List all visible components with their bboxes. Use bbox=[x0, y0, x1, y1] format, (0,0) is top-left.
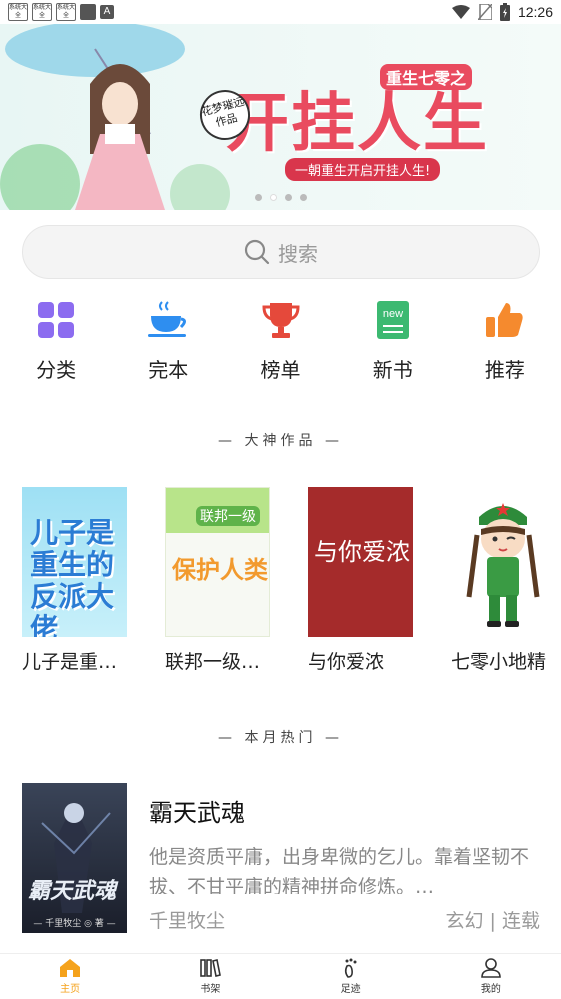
grid-icon bbox=[36, 300, 76, 340]
status-bar-notifications: 系统大全 系统大全 系统大全 A bbox=[8, 3, 114, 21]
book-status: 连载 bbox=[501, 910, 540, 932]
soldier-girl-illustration bbox=[466, 503, 540, 627]
nav-category[interactable]: 分类 bbox=[0, 300, 112, 383]
cover-badge: 联邦一级 bbox=[196, 506, 260, 526]
book-card[interactable]: 七零小地精 bbox=[451, 487, 556, 674]
tab-profile-label: 我的 bbox=[480, 984, 501, 995]
book-cover bbox=[451, 487, 556, 637]
tab-bookshelf-label: 书架 bbox=[200, 984, 221, 995]
pagination-dot[interactable] bbox=[300, 194, 307, 201]
coffee-cup-icon bbox=[148, 300, 188, 340]
battery-icon bbox=[499, 3, 510, 21]
a-notification-icon: A bbox=[100, 5, 114, 19]
book-title: 联邦一级… bbox=[165, 651, 261, 673]
wifi-icon bbox=[451, 5, 470, 19]
pagination-dot[interactable] bbox=[285, 194, 292, 201]
cover-author: — 千里牧尘 ◎ 著 — bbox=[33, 919, 116, 929]
nav-ranking-label: 榜单 bbox=[260, 358, 301, 382]
search-placeholder: 搜索 bbox=[278, 241, 318, 266]
tab-home-label: 主页 bbox=[60, 984, 81, 995]
book-card[interactable]: 儿子是重生的反派大佬 儿子是重… bbox=[22, 487, 127, 674]
book-card[interactable]: 与你爱浓 与你爱浓 bbox=[308, 487, 413, 674]
square-notification-icon bbox=[80, 4, 96, 20]
status-bar: 系统大全 系统大全 系统大全 A 12:26 bbox=[0, 0, 561, 24]
section-heading-monthly: — 本月热门 — bbox=[218, 730, 343, 746]
cover-title: 霸天武魂 bbox=[28, 878, 117, 904]
bottom-tab-bar: 主页 书架 足迹 我的 bbox=[0, 953, 561, 999]
app-notification-icon: 系统大全 bbox=[56, 3, 76, 21]
book-cover: 与你爱浓 bbox=[308, 487, 413, 637]
home-icon bbox=[60, 959, 81, 977]
nav-recommend[interactable]: 推荐 bbox=[449, 300, 561, 383]
book-cover: 联邦一级 保护人类 bbox=[165, 487, 270, 637]
book-meta: 千里牧尘 玄幻 | 连载 bbox=[149, 906, 540, 933]
thumbs-up-icon bbox=[485, 300, 525, 340]
profile-icon bbox=[481, 958, 501, 978]
tab-history-label: 足迹 bbox=[340, 984, 361, 995]
tab-home[interactable]: 主页 bbox=[0, 954, 140, 999]
tab-history[interactable]: 足迹 bbox=[281, 954, 421, 999]
book-author: 千里牧尘 bbox=[149, 910, 226, 932]
book-tags: 玄幻 | 连载 bbox=[445, 910, 540, 932]
book-info: 霸天武魂 他是资质平庸，出身卑微的乞儿。靠着坚韧不拔、不甘平庸的精神拼命修炼。…… bbox=[149, 783, 540, 933]
svg-text:new: new bbox=[383, 308, 403, 320]
book-cover: 霸天武魂 — 千里牧尘 ◎ 著 — bbox=[22, 783, 127, 933]
trophy-icon bbox=[261, 300, 301, 340]
nav-ranking[interactable]: 榜单 bbox=[224, 300, 336, 383]
bookshelf-icon bbox=[200, 959, 222, 977]
nav-new-books[interactable]: new 新书 bbox=[337, 300, 449, 383]
warrior-illustration bbox=[41, 803, 111, 913]
book-title: 七零小地精 bbox=[451, 651, 547, 673]
tab-bookshelf[interactable]: 书架 bbox=[140, 954, 280, 999]
no-sim-icon bbox=[477, 4, 492, 20]
quick-nav: 分类 完本 榜单 new 新书 推荐 bbox=[0, 300, 561, 383]
promo-banner[interactable]: 重生七零之 开挂人生 花梦璀远作品 一朝重生开启开挂人生! bbox=[0, 24, 561, 210]
nav-category-label: 分类 bbox=[36, 358, 77, 382]
book-title: 霸天武魂 bbox=[149, 799, 245, 827]
banner-tagline: 一朝重生开启开挂人生! bbox=[285, 158, 441, 181]
nav-completed-label: 完本 bbox=[148, 358, 189, 382]
nav-completed[interactable]: 完本 bbox=[112, 300, 224, 383]
section-heading-masters: — 大神作品 — bbox=[218, 433, 343, 449]
book-title: 与你爱浓 bbox=[308, 651, 385, 673]
banner-title: 开挂人生 bbox=[225, 86, 489, 161]
book-cover: 儿子是重生的反派大佬 bbox=[22, 487, 127, 637]
search-icon bbox=[244, 239, 270, 265]
monthly-hot-item[interactable]: 霸天武魂 — 千里牧尘 ◎ 著 — 霸天武魂 他是资质平庸，出身卑微的乞儿。靠着… bbox=[22, 783, 540, 933]
nav-new-books-label: 新书 bbox=[372, 358, 413, 382]
search-input[interactable]: 搜索 bbox=[22, 225, 540, 279]
book-description: 他是资质平庸，出身卑微的乞儿。靠着坚韧不拔、不甘平庸的精神拼命修炼。… bbox=[149, 846, 530, 894]
tab-profile[interactable]: 我的 bbox=[421, 954, 561, 999]
cover-title: 儿子是重生的反派大佬 bbox=[30, 516, 115, 638]
book-title: 儿子是重… bbox=[22, 651, 118, 673]
book-card[interactable]: 联邦一级 保护人类 联邦一级… bbox=[165, 487, 270, 674]
app-notification-icon: 系统大全 bbox=[8, 3, 28, 21]
nav-recommend-label: 推荐 bbox=[484, 358, 525, 382]
cover-title: 与你爱浓 bbox=[314, 538, 410, 566]
footprint-icon bbox=[344, 958, 357, 978]
cover-title: 保护人类 bbox=[172, 555, 268, 584]
app-notification-icon: 系统大全 bbox=[32, 3, 52, 21]
banner-pagination[interactable] bbox=[255, 194, 307, 201]
clock: 12:26 bbox=[517, 4, 553, 20]
pagination-dot-active[interactable] bbox=[270, 194, 277, 201]
book-genre: 玄幻 bbox=[445, 910, 484, 932]
pagination-dot[interactable] bbox=[255, 194, 262, 201]
new-book-icon: new bbox=[373, 300, 413, 340]
master-books-list: 儿子是重生的反派大佬 儿子是重… 联邦一级 保护人类 联邦一级… 与你爱浓 与你… bbox=[22, 487, 556, 674]
